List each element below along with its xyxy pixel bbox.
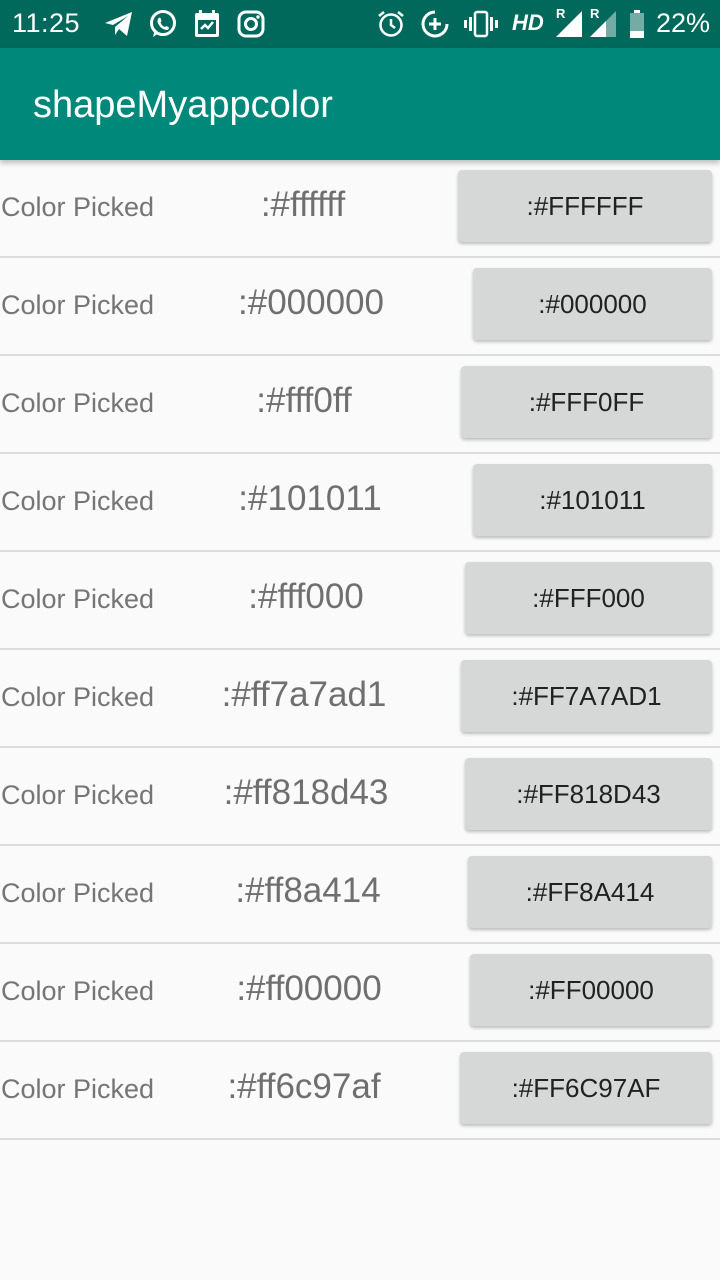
row-label: Color Picked: [1, 780, 155, 810]
row-label: Color Picked: [1, 584, 155, 614]
list-item: Color Picked :#fff000 :#FFF000: [0, 552, 720, 650]
picked-color-hex: :#ff8a414: [235, 871, 381, 910]
picked-color-hex: :#ff7a7ad1: [221, 675, 387, 714]
list-item: Color Picked :#ff818d43 :#FF818D43: [0, 748, 720, 846]
whatsapp-icon: [146, 7, 180, 41]
list-item: Color Picked :#ff00000 :#FF00000: [0, 944, 720, 1042]
list-item: Color Picked :#101011 :#101011: [0, 454, 720, 552]
app-bar: shapeMyappcolor: [0, 48, 720, 160]
picked-color-hex: :#fff0ff: [256, 381, 352, 420]
data-saver-icon: [418, 7, 452, 41]
list-item: Color Picked :#fff0ff :#FFF0FF: [0, 356, 720, 454]
row-label: Color Picked: [1, 1074, 155, 1104]
picked-color-hex: :#ff00000: [236, 969, 382, 1008]
picked-color-hex: :#fff000: [248, 577, 364, 616]
row-label: Color Picked: [1, 486, 155, 516]
instagram-icon: [234, 7, 268, 41]
app-title: shapeMyappcolor: [33, 84, 333, 126]
picked-color-hex: :#101011: [238, 479, 382, 518]
status-time: 11:25: [12, 8, 81, 38]
picked-color-hex: :#ff6c97af: [227, 1067, 381, 1106]
list-item: Color Picked :#ffffff :#FFFFFF: [0, 160, 720, 258]
color-button[interactable]: :#101011: [473, 464, 712, 536]
color-button[interactable]: :#FF6C97AF: [460, 1052, 712, 1124]
row-label: Color Picked: [1, 682, 155, 712]
color-button[interactable]: :#FF818D43: [465, 758, 712, 830]
color-list[interactable]: Color Picked :#ffffff :#FFFFFF Color Pic…: [0, 160, 720, 1140]
telegram-icon: [102, 7, 136, 41]
color-button[interactable]: :#FF8A414: [468, 856, 712, 928]
network-type-label: HD: [512, 10, 544, 35]
vibrate-icon: [464, 7, 498, 41]
picked-color-hex: :#ffffff: [260, 185, 346, 224]
battery-percentage: 22%: [656, 8, 711, 38]
color-button[interactable]: :#FF7A7AD1: [461, 660, 712, 732]
row-label: Color Picked: [1, 878, 155, 908]
color-button[interactable]: :#000000: [473, 268, 712, 340]
row-label: Color Picked: [1, 192, 155, 222]
alarm-icon: [374, 7, 408, 41]
status-bar: 11:25 HD R R 22%: [0, 0, 720, 48]
roaming-indicator: R: [556, 6, 566, 21]
picked-color-hex: :#ff818d43: [223, 773, 389, 812]
color-button[interactable]: :#FFFFFF: [458, 170, 712, 242]
battery-icon: [626, 7, 648, 41]
list-item: Color Picked :#ff8a414 :#FF8A414: [0, 846, 720, 944]
color-button[interactable]: :#FFF000: [465, 562, 712, 634]
list-item: Color Picked :#ff7a7ad1 :#FF7A7AD1: [0, 650, 720, 748]
list-item: Color Picked :#ff6c97af :#FF6C97AF: [0, 1042, 720, 1140]
row-label: Color Picked: [1, 388, 155, 418]
roaming-indicator: R: [590, 6, 600, 21]
color-button[interactable]: :#FFF0FF: [461, 366, 712, 438]
row-label: Color Picked: [1, 976, 155, 1006]
list-item: Color Picked :#000000 :#000000: [0, 258, 720, 356]
picked-color-hex: :#000000: [238, 283, 384, 322]
color-button[interactable]: :#FF00000: [470, 954, 712, 1026]
row-label: Color Picked: [1, 290, 155, 320]
calendar-icon: [190, 7, 224, 41]
